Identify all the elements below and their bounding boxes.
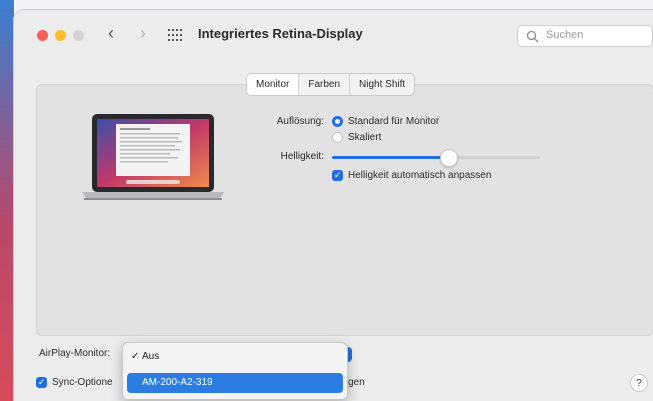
desktop-wallpaper-edge xyxy=(0,0,14,401)
sync-options-label[interactable]: Sync-Optione xyxy=(52,377,113,388)
toolbar: ‹ › Integriertes Retina-Display Suchen xyxy=(14,10,653,56)
brightness-slider-fill xyxy=(332,156,449,159)
airplay-label: AirPlay-Monitor: xyxy=(39,348,111,359)
radio-standard[interactable] xyxy=(332,116,343,127)
help-button[interactable]: ? xyxy=(630,374,648,392)
auto-brightness-checkbox[interactable]: ✓ xyxy=(332,170,343,181)
window-title: Integriertes Retina-Display xyxy=(198,26,363,41)
segmented-tabs: Monitor Farben Night Shift xyxy=(246,73,416,96)
minimize-window-button[interactable] xyxy=(55,30,66,41)
radio-scaled[interactable] xyxy=(332,132,343,143)
brightness-label: Helligkeit: xyxy=(280,151,324,162)
close-window-button[interactable] xyxy=(37,30,48,41)
radio-scaled-label[interactable]: Skaliert xyxy=(348,132,381,143)
airplay-menu: ✓ Aus AM-200-A2-319 xyxy=(122,342,348,400)
zoom-window-button[interactable] xyxy=(73,30,84,41)
menu-item-am-200-label: AM-200-A2-319 xyxy=(142,377,213,388)
tab-monitor[interactable]: Monitor xyxy=(247,74,300,95)
menu-item-aus-label: Aus xyxy=(142,351,160,362)
sync-options-checkbox[interactable]: ✓ xyxy=(36,377,47,388)
search-field[interactable]: Suchen xyxy=(517,25,653,47)
forward-button[interactable]: › xyxy=(135,23,151,44)
sync-options-label-tail: gen xyxy=(348,377,365,388)
back-button[interactable]: ‹ xyxy=(103,23,119,44)
resolution-label: Auflösung: xyxy=(276,116,324,127)
menu-item-am-200[interactable]: AM-200-A2-319 xyxy=(127,373,343,393)
brightness-slider[interactable] xyxy=(332,156,540,159)
search-icon xyxy=(526,30,539,43)
preferences-window: ‹ › Integriertes Retina-Display Suchen M… xyxy=(14,10,653,401)
macbook-display-icon xyxy=(82,114,224,200)
menu-item-aus[interactable]: ✓ Aus xyxy=(127,347,343,367)
show-all-grid-icon[interactable] xyxy=(168,29,182,41)
auto-brightness-label[interactable]: Helligkeit automatisch anpassen xyxy=(348,170,491,181)
search-placeholder: Suchen xyxy=(546,29,584,41)
checkmark-icon: ✓ xyxy=(131,351,140,362)
radio-standard-label[interactable]: Standard für Monitor xyxy=(348,116,439,127)
tab-night-shift[interactable]: Night Shift xyxy=(350,74,414,95)
tab-farben[interactable]: Farben xyxy=(299,74,351,95)
desktop-top-edge xyxy=(0,0,653,10)
